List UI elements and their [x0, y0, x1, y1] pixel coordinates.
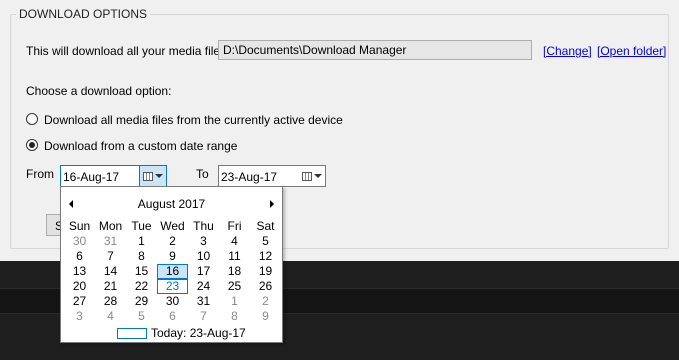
calendar-day[interactable]: 31 [95, 234, 126, 249]
calendar-day[interactable]: 19 [250, 264, 281, 279]
calendar-day[interactable]: 9 [157, 249, 188, 264]
calendar-day[interactable]: 28 [95, 294, 126, 309]
download-path-field: D:\Documents\Download Manager [218, 40, 532, 60]
radio-custom-range-label[interactable]: Download from a custom date range [44, 139, 237, 153]
weekday-header: Fri [227, 219, 242, 233]
calendar-day[interactable]: 1 [219, 294, 250, 309]
weekday-header: Mon [98, 219, 123, 233]
calendar-day[interactable]: 24 [188, 279, 219, 294]
from-label: From [26, 167, 54, 181]
change-folder-link[interactable]: [Change] [543, 44, 592, 58]
weekday-header: Sat [256, 219, 275, 233]
to-date-value: 23-Aug-17 [221, 170, 278, 184]
to-date-dropdown-button[interactable] [299, 166, 325, 186]
calendar-day[interactable]: 7 [188, 309, 219, 324]
calendar-day[interactable]: 31 [188, 294, 219, 309]
calendar-day[interactable]: 8 [126, 249, 157, 264]
calendar-day[interactable]: 11 [219, 249, 250, 264]
calendar-grid: Sun Mon Tue Wed Thu Fri Sat 30 31 1 2 3 4 5 6 7 8 9 10 11 12… [64, 219, 281, 324]
calendar-header: August 2017 [61, 197, 282, 213]
month-calendar-popup[interactable]: August 2017 Sun Mon Tue Wed Thu Fri Sat 30 31 1 2 3… [60, 186, 283, 343]
calendar-icon [302, 171, 312, 181]
chevron-down-icon [314, 174, 322, 178]
calendar-day[interactable]: 2 [157, 234, 188, 249]
calendar-day[interactable]: 10 [188, 249, 219, 264]
calendar-day[interactable]: 3 [188, 234, 219, 249]
weekday-header: Wed [160, 219, 185, 233]
calendar-day[interactable]: 3 [64, 309, 95, 324]
calendar-day[interactable]: 30 [64, 234, 95, 249]
calendar-icon [143, 171, 153, 181]
calendar-day[interactable]: 5 [250, 234, 281, 249]
from-date-picker[interactable]: 16-Aug-17 [60, 165, 167, 187]
weekday-header: Sun [68, 219, 91, 233]
calendar-day[interactable]: 26 [250, 279, 281, 294]
calendar-day[interactable]: 4 [219, 234, 250, 249]
calendar-month-title[interactable]: August 2017 [61, 197, 282, 211]
to-label: To [196, 167, 209, 181]
open-folder-link[interactable]: [Open folder] [597, 44, 666, 58]
today-marker-icon [117, 327, 147, 339]
calendar-day[interactable]: 29 [126, 294, 157, 309]
calendar-day[interactable]: 2 [250, 294, 281, 309]
next-month-icon[interactable] [270, 200, 274, 208]
radio-custom-range[interactable] [26, 139, 38, 151]
calendar-day[interactable]: 21 [95, 279, 126, 294]
calendar-day[interactable]: 17 [188, 264, 219, 279]
today-link[interactable]: Today: 23-Aug-17 [117, 326, 246, 340]
group-title: DOWNLOAD OPTIONS [16, 7, 151, 21]
calendar-day[interactable]: 30 [157, 294, 188, 309]
from-date-value: 16-Aug-17 [63, 170, 120, 184]
weekday-header: Thu [193, 219, 214, 233]
calendar-day[interactable]: 18 [219, 264, 250, 279]
calendar-day[interactable]: 5 [126, 309, 157, 324]
today-label: Today: 23-Aug-17 [151, 326, 246, 340]
calendar-day[interactable]: 22 [126, 279, 157, 294]
calendar-day-selected[interactable]: 16 [157, 264, 188, 279]
calendar-day[interactable]: 14 [95, 264, 126, 279]
chevron-down-icon [155, 174, 163, 178]
calendar-day[interactable]: 6 [157, 309, 188, 324]
calendar-day[interactable]: 1 [126, 234, 157, 249]
destination-label: This will download all your media files … [26, 44, 240, 58]
radio-all-files[interactable] [26, 113, 38, 125]
radio-all-files-label[interactable]: Download all media files from the curren… [44, 113, 343, 127]
calendar-day[interactable]: 27 [64, 294, 95, 309]
calendar-day[interactable]: 4 [95, 309, 126, 324]
calendar-day[interactable]: 20 [64, 279, 95, 294]
weekday-header: Tue [131, 219, 152, 233]
calendar-day[interactable]: 25 [219, 279, 250, 294]
calendar-day[interactable]: 9 [250, 309, 281, 324]
calendar-day[interactable]: 13 [64, 264, 95, 279]
calendar-day[interactable]: 7 [95, 249, 126, 264]
from-date-dropdown-button[interactable] [139, 166, 166, 186]
to-date-picker[interactable]: 23-Aug-17 [218, 165, 326, 187]
option-heading: Choose a download option: [26, 84, 172, 98]
calendar-day[interactable]: 8 [219, 309, 250, 324]
calendar-day[interactable]: 12 [250, 249, 281, 264]
calendar-day-today[interactable]: 23 [157, 279, 188, 294]
calendar-day[interactable]: 15 [126, 264, 157, 279]
calendar-day[interactable]: 6 [64, 249, 95, 264]
